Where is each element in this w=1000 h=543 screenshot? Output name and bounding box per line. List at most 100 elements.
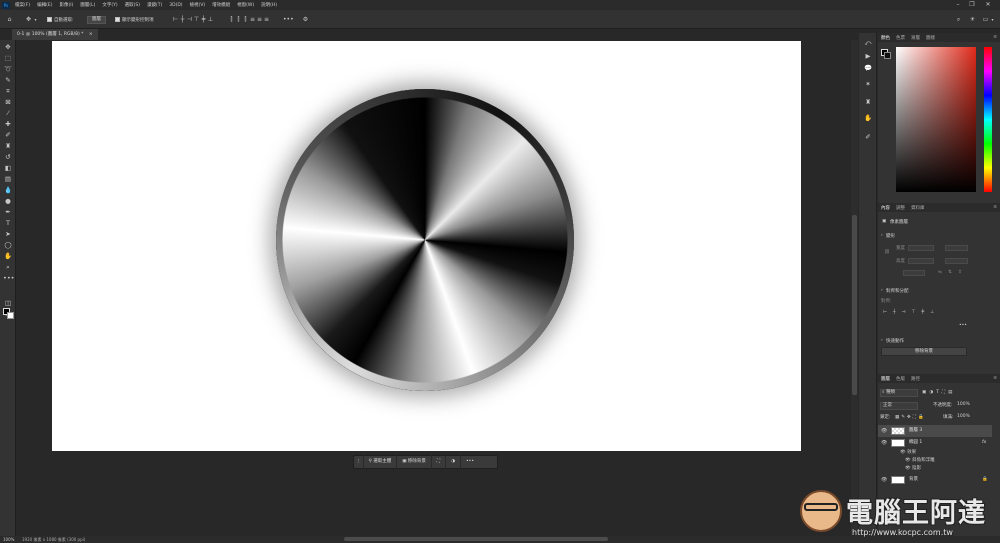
visibility-eye-icon[interactable]: 👁 — [881, 437, 887, 449]
visibility-eye-icon[interactable]: 👁 — [881, 425, 887, 437]
tab-gradients[interactable]: 漸層 — [908, 35, 923, 41]
blur-tool-icon[interactable]: 💧 — [3, 185, 13, 195]
layer-row-background[interactable]: 👁 背景 🔒 — [878, 474, 992, 486]
auto-select-checkbox[interactable]: 自動選取: — [47, 14, 74, 25]
menu-3d[interactable]: 3D(D) — [169, 3, 182, 8]
remove-background-panel-button[interactable]: 移除背景 — [881, 347, 967, 356]
menu-plugins[interactable]: 增效模組 — [212, 2, 230, 8]
width-field[interactable] — [908, 245, 934, 251]
clone-stamp-tool-icon[interactable]: ♜ — [3, 141, 13, 151]
search-icon[interactable]: ⌕ — [955, 14, 962, 25]
transform-icon[interactable]: ⛶ — [432, 455, 447, 469]
x-field[interactable] — [945, 245, 968, 251]
distribute-6-icon[interactable]: ≡ — [263, 16, 270, 23]
flip-horizontal-icon[interactable]: ⇋ — [938, 270, 942, 275]
distribute-buttons-group[interactable]: ⫿ ⫿ ⫿ ≡ ≡ ≡ — [228, 14, 270, 25]
zoom-level[interactable]: 100% — [3, 536, 14, 543]
more-icon[interactable]: ••• — [461, 455, 479, 469]
close-tab-icon[interactable]: × — [89, 32, 93, 37]
visibility-eye-icon[interactable]: 👁 — [881, 474, 887, 486]
brushes-icon[interactable]: ✐ — [863, 132, 873, 142]
vertical-scroll-thumb[interactable] — [852, 215, 857, 395]
gear-icon[interactable]: ⚙ — [302, 14, 309, 25]
history-icon[interactable]: ⤺ — [863, 38, 873, 48]
angle-field[interactable] — [903, 270, 925, 276]
menu-select[interactable]: 選取(S) — [125, 2, 140, 8]
document-canvas[interactable] — [52, 41, 801, 451]
restore-icon[interactable]: ❐ — [967, 1, 977, 9]
fill-value[interactable]: 100% — [957, 414, 970, 419]
workspace-icon[interactable]: ▭ ▾ — [982, 14, 996, 25]
link-icon[interactable]: ⛓ — [884, 250, 890, 255]
comments-icon[interactable]: 💬 — [863, 63, 873, 73]
background-color-swatch[interactable] — [7, 312, 14, 319]
align-chevron-icon[interactable]: › — [881, 288, 883, 293]
menu-image[interactable]: 影像(I) — [59, 2, 73, 8]
hand-panel-icon[interactable]: ✋ — [863, 113, 873, 123]
edit-toolbar-icon[interactable]: ••• — [3, 273, 15, 283]
panel-background-swatch[interactable] — [884, 52, 891, 59]
effects-row[interactable]: 👁 效果 — [900, 449, 916, 456]
tab-paths[interactable]: 路徑 — [908, 376, 923, 382]
document-tab[interactable]: 0-1 @ 100% (圖層 1, RGB/8) * × — [12, 29, 98, 40]
quick-mask-icon[interactable]: ◫ — [3, 298, 13, 308]
menu-window[interactable]: 視窗(W) — [237, 2, 254, 8]
menu-filter[interactable]: 濾鏡(T) — [147, 2, 162, 8]
history-brush-tool-icon[interactable]: ↺ — [3, 152, 13, 162]
properties-menu-icon[interactable]: ≡ — [990, 205, 1000, 210]
menu-edit[interactable]: 編輯(E) — [37, 2, 52, 8]
layers-menu-icon[interactable]: ≡ — [990, 376, 1000, 381]
layer-kind-filter[interactable]: ⌕ 種類 — [880, 389, 918, 397]
dodge-tool-icon[interactable]: ● — [3, 196, 13, 206]
eraser-tool-icon[interactable]: ◧ — [3, 163, 13, 173]
gradient-tool-icon[interactable]: ▤ — [3, 174, 13, 184]
layer-row-layer-3[interactable]: 👁 圖層 3 — [878, 425, 992, 437]
lock-icon[interactable]: 🔒 — [982, 474, 988, 486]
menu-type[interactable]: 文字(Y) — [102, 2, 117, 8]
tab-layers[interactable]: 圖層 — [878, 376, 893, 382]
distribute-3-icon[interactable]: ⫿ — [242, 16, 249, 23]
marquee-tool-icon[interactable]: ⬚ — [3, 53, 13, 63]
brush-tool-icon[interactable]: ✐ — [3, 130, 13, 140]
close-icon[interactable]: ✕ — [983, 1, 993, 9]
zoom-tool-icon[interactable]: ⌕ — [3, 262, 13, 272]
menu-view[interactable]: 檢視(V) — [190, 2, 206, 8]
minimize-icon[interactable]: – — [953, 1, 963, 9]
tab-swatches[interactable]: 色票 — [893, 35, 908, 41]
photoshop-logo-icon[interactable]: Ps — [2, 1, 10, 9]
transform-chevron-icon[interactable]: › — [881, 233, 883, 238]
fx-badge[interactable]: fx — [982, 437, 986, 449]
opacity-value[interactable]: 100% — [957, 402, 970, 407]
drag-handle-icon[interactable]: ⋮ — [354, 455, 364, 469]
lock-icons[interactable]: ▦✎✥⛶🔒 — [895, 414, 926, 420]
align-bottom-icon[interactable]: ⊥ — [207, 16, 214, 23]
blend-mode-dropdown[interactable]: 正常 — [880, 402, 918, 410]
flip-icon[interactable]: ⇕ — [958, 270, 962, 275]
transform-controls-checkbox[interactable]: 顯示變形控制項 — [115, 14, 154, 25]
align-right-icon[interactable]: ⊣ — [186, 16, 193, 23]
menu-layer[interactable]: 圖層(L) — [80, 2, 95, 8]
tab-patterns[interactable]: 圖樣 — [923, 35, 938, 41]
clone-source-icon[interactable]: ♜ — [863, 97, 873, 107]
home-icon[interactable]: ⌂ — [6, 14, 13, 25]
distribute-5-icon[interactable]: ≡ — [256, 16, 263, 23]
type-tool-icon[interactable]: T — [3, 218, 13, 228]
auto-select-target-dropdown[interactable]: 圖層 — [87, 14, 106, 25]
menu-help[interactable]: 說明(H) — [261, 2, 277, 8]
horizontal-scroll-thumb[interactable] — [344, 537, 608, 541]
layer-filter-icons[interactable]: ▣◑T⛶▤ — [922, 389, 955, 395]
distribute-2-icon[interactable]: ⫿ — [235, 16, 242, 23]
align-center-icon[interactable]: ┼ — [179, 16, 186, 23]
tab-adjustments[interactable]: 調整 — [893, 205, 908, 211]
move-tool-icon[interactable]: ✥ — [3, 42, 13, 52]
quick-select-tool-icon[interactable]: ✎ — [3, 75, 13, 85]
tab-channels[interactable]: 色版 — [893, 376, 908, 382]
discover-icon[interactable]: ☀ — [969, 14, 976, 25]
flip-vertical-icon[interactable]: ⇅ — [948, 270, 952, 275]
align-left-icon[interactable]: ⊢ — [172, 16, 179, 23]
panel-menu-icon[interactable]: ≡ — [990, 35, 1000, 40]
align-middle-icon[interactable]: ╪ — [200, 16, 207, 23]
bevel-effect-row[interactable]: 👁 斜角和浮雕 — [905, 457, 935, 464]
align-buttons-group[interactable]: ⊢ ┼ ⊣ ⊤ ╪ ⊥ — [172, 14, 214, 25]
select-subject-button[interactable]: ⚲ 選取主體 — [364, 455, 398, 469]
